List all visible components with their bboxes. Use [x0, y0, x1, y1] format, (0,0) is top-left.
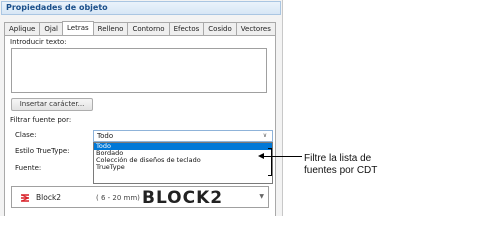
option-truetype[interactable]: TrueType [94, 164, 272, 171]
font-size-range: ( 6 - 20 mm) [96, 194, 140, 202]
font-label: Fuente: [15, 164, 42, 172]
callout-arrow-line [262, 156, 302, 157]
tab-relleno[interactable]: Relleno [92, 22, 129, 35]
tab-ojal[interactable]: Ojal [39, 22, 64, 35]
callout-line-1: Filtre la lista de [304, 153, 372, 164]
font-name: Block2 [36, 193, 62, 202]
insert-character-button[interactable]: Insertar carácter... [11, 98, 93, 111]
tab-strip: Aplique Ojal Letras Relleno Contorno Efe… [4, 21, 276, 35]
tab-contorno[interactable]: Contorno [127, 22, 170, 35]
text-input-label: Introducir texto: [10, 38, 67, 46]
tab-aplique[interactable]: Aplique [4, 22, 41, 35]
callout-line-2: fuentes por CDT [304, 165, 378, 176]
font-preview: BLOCK2 [142, 188, 224, 208]
text-input-area[interactable] [11, 48, 267, 93]
class-select-value: Todo [97, 132, 114, 140]
callout-text: Filtre la lista de fuentes por CDT [304, 153, 377, 177]
class-dropdown-list: Todo Bordado Colección de diseños de tec… [93, 142, 273, 184]
chevron-down-icon[interactable]: ▼ [259, 193, 264, 200]
callout-bracket [268, 148, 272, 176]
tab-letras[interactable]: Letras [62, 21, 94, 35]
filter-section-label: Filtrar fuente por: [10, 116, 72, 124]
chevron-down-icon[interactable]: ∨ [261, 131, 269, 141]
embroidery-font-icon [21, 194, 30, 202]
class-select[interactable]: Todo ∨ [93, 130, 273, 142]
class-label: Clase: [15, 131, 37, 139]
tab-vectores[interactable]: Vectores [235, 22, 276, 35]
letras-tab-content: Introducir texto: Insertar carácter... F… [4, 35, 276, 216]
truetype-style-label: Estilo TrueType: [15, 147, 70, 155]
font-select[interactable]: Block2 ( 6 - 20 mm) BLOCK2 ▼ [11, 186, 269, 208]
tab-efectos[interactable]: Efectos [168, 22, 205, 35]
tab-cosido[interactable]: Cosido [203, 22, 237, 35]
panel-title: Propiedades de objeto [1, 1, 281, 15]
object-properties-panel: Propiedades de objeto Aplique Ojal Letra… [0, 0, 283, 216]
